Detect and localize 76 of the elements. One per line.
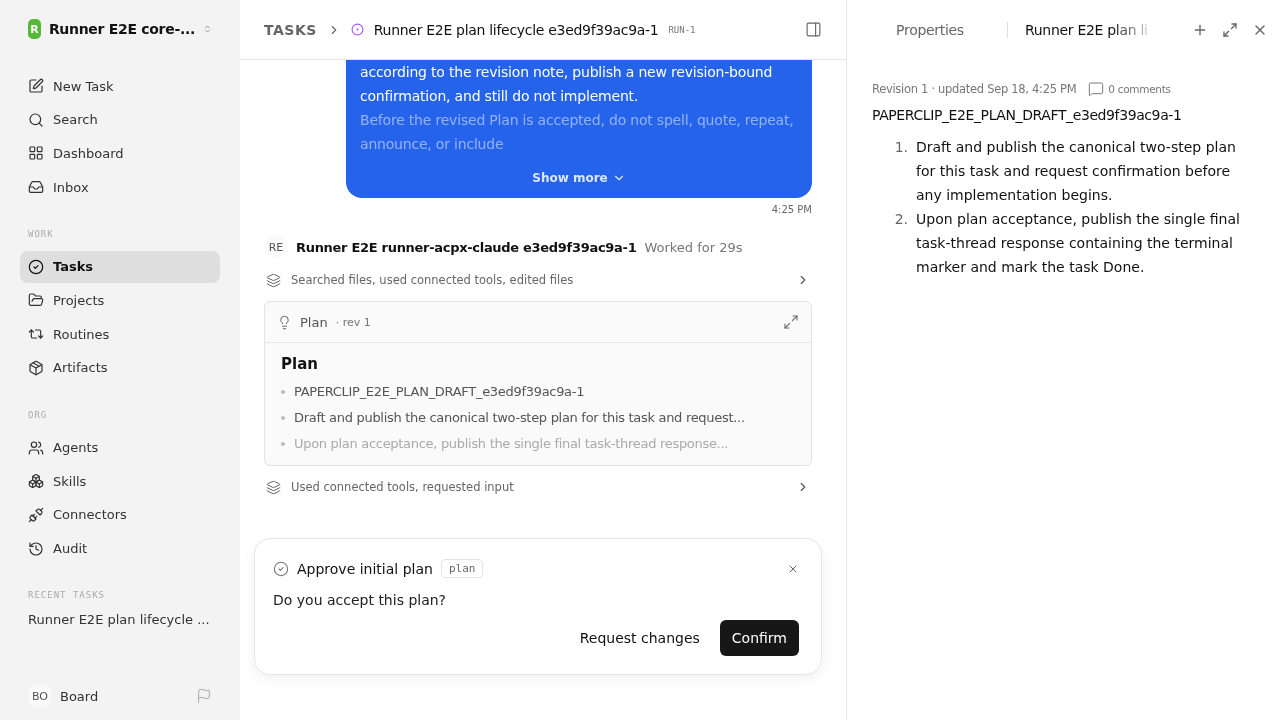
bullet-icon	[281, 390, 285, 394]
plan-item: Draft and publish the canonical two-step plan for this task and request...	[294, 409, 745, 427]
show-more-button[interactable]: Show more	[526, 170, 632, 186]
nav-item[interactable]: Search	[20, 103, 220, 136]
agent-avatar: RE	[264, 235, 288, 259]
inbox-icon	[28, 179, 44, 196]
step-number: 1.	[893, 138, 908, 157]
nav-item[interactable]: Tasks	[20, 250, 220, 283]
users-icon	[28, 439, 44, 456]
revision-meta: Revision 1 · updated Sep 18, 4:25 PM	[872, 82, 1077, 96]
nav-item[interactable]: Connectors	[20, 498, 220, 531]
check-circle-icon	[273, 560, 289, 577]
workspace-name: Runner E2E core-...	[48, 21, 195, 37]
activity-row[interactable]: Searched files, used connected tools, edited files	[264, 265, 812, 295]
box-icon	[28, 359, 44, 376]
task-title: Runner E2E plan lifecycle e3ed9f39ac9a-1	[373, 21, 659, 38]
pen-square-icon	[28, 78, 44, 94]
worked-duration: Worked for 29s	[644, 239, 743, 255]
comment-icon	[1088, 81, 1105, 97]
user-avatar: BO	[28, 684, 52, 708]
user-name[interactable]: Board	[60, 688, 188, 704]
plan-tag: plan	[440, 559, 484, 578]
message-text: according to the revision note, publish a new revision-bound confirmation, and still do not implement.	[360, 63, 774, 106]
history-icon	[28, 540, 44, 557]
approval-question: Do you accept this plan?	[273, 592, 448, 608]
workspace-logo: R	[28, 19, 41, 39]
search-icon	[28, 111, 44, 128]
request-changes-button[interactable]: Request changes	[567, 620, 712, 656]
run-label: RUN-1	[668, 24, 696, 35]
breadcrumb-link[interactable]: TASKS	[264, 21, 317, 38]
card-label: Plan	[300, 314, 328, 330]
approval-title: Approve initial plan	[297, 560, 433, 577]
nav-item[interactable]: Audit	[20, 532, 220, 565]
layers-icon	[266, 272, 281, 288]
nav-item[interactable]: Agents	[20, 431, 220, 464]
nav-item[interactable]: Routines	[20, 318, 220, 351]
section-title: ORG	[27, 409, 49, 420]
bullet-icon	[281, 416, 285, 420]
status-icon	[350, 23, 364, 36]
plug-icon	[28, 506, 44, 523]
panel-toggle-button[interactable]	[805, 21, 822, 38]
lightbulb-icon	[277, 314, 292, 330]
panel-tab[interactable]: Properties	[867, 21, 993, 38]
section-title: WORK	[27, 228, 55, 239]
agent-name: Runner E2E runner-acpx-claude e3ed9f39ac9a-1	[296, 239, 637, 255]
folder-icon	[28, 292, 44, 309]
confirm-button[interactable]: Confirm	[719, 620, 799, 656]
layers-icon	[266, 479, 281, 495]
panel-tab[interactable]: Runner E2E plan li	[1007, 21, 1157, 38]
nav-item[interactable]: Inbox	[20, 171, 220, 204]
step-text: Draft and publish the canonical two-step plan for this task and request confirmation before any implementation begins.	[916, 138, 1237, 205]
plan-heading: Plan	[281, 355, 319, 373]
bullet-icon	[281, 442, 285, 446]
revision-label: · rev 1	[335, 315, 372, 329]
activity-row[interactable]: Used connected tools, requested input	[264, 472, 812, 502]
workspace-switcher[interactable]: R Runner E2E core-...	[20, 16, 220, 42]
nav-item[interactable]: Skills	[20, 465, 220, 498]
expand-button[interactable]	[783, 314, 799, 330]
nav-item[interactable]: New Task	[20, 70, 220, 102]
recent-task[interactable]: Runner E2E plan lifecycle ...	[20, 612, 220, 628]
step-number: 2.	[893, 210, 908, 229]
nav-item[interactable]: Projects	[20, 284, 220, 317]
section-title: RECENT TASKS	[27, 590, 107, 601]
plan-item: Upon plan acceptance, publish the single final task-thread response...	[294, 435, 729, 453]
message-text: Before the revised Plan is accepted, do not spell, quote, repeat, announce, or include	[360, 111, 795, 154]
message-time: 4:25 PM	[771, 204, 812, 215]
document-title: PAPERCLIP_E2E_PLAN_DRAFT_e3ed9f39ac9a-1	[872, 107, 1183, 123]
nav-item[interactable]: Dashboard	[20, 137, 220, 170]
step-text: Upon plan acceptance, publish the single final task-thread response containing the terminal marker and mark the task Done.	[916, 210, 1241, 277]
grid-icon	[28, 145, 44, 162]
boxes-icon	[28, 473, 44, 490]
plan-item: PAPERCLIP_E2E_PLAN_DRAFT_e3ed9f39ac9a-1	[294, 383, 585, 401]
check-circle-icon	[28, 258, 44, 275]
nav-item[interactable]: Artifacts	[20, 351, 220, 384]
maximize-button[interactable]	[1222, 21, 1238, 38]
comments-link[interactable]: 0 comments	[1088, 81, 1171, 97]
